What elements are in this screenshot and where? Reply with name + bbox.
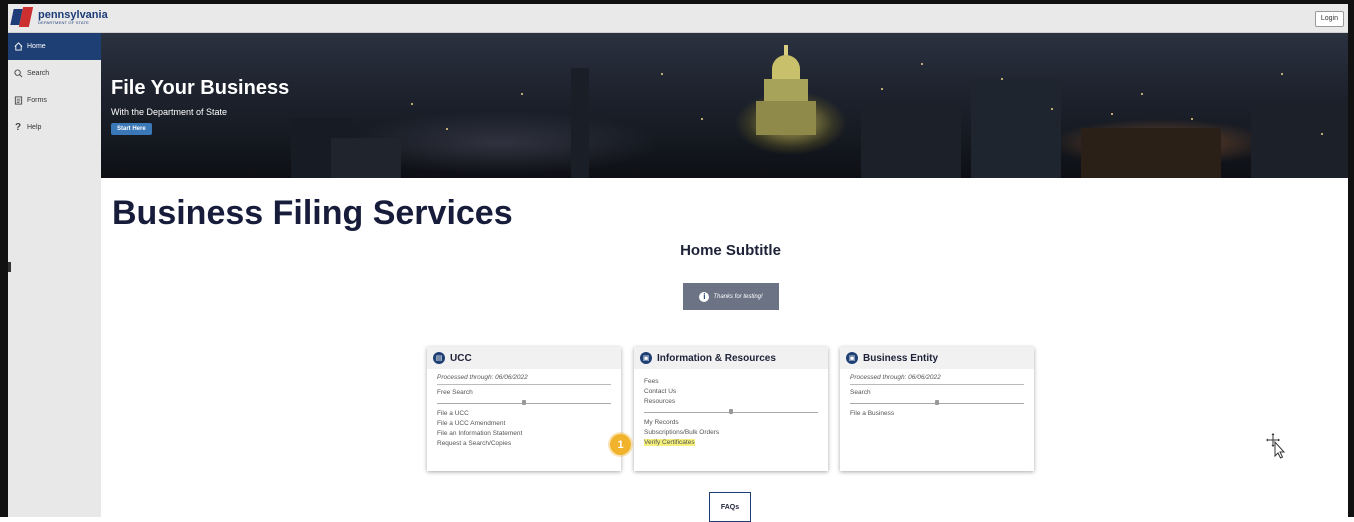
start-here-button[interactable]: Start Here xyxy=(111,123,152,135)
briefcase-icon: ▣ xyxy=(846,352,858,364)
link-fees[interactable]: Fees xyxy=(644,377,818,387)
text-cursor xyxy=(8,262,11,272)
processed-date: Processed through: 06/06/2022 xyxy=(437,373,611,385)
ucc-icon: ▤ xyxy=(433,352,445,364)
move-cursor-icon xyxy=(1266,433,1286,459)
link-search[interactable]: Search xyxy=(850,388,1024,398)
pa-logo[interactable]: pennsylvania DEPARTMENT OF STATE xyxy=(10,7,108,27)
notice-banner: i Thanks for testing! xyxy=(683,283,779,310)
link-file-ucc[interactable]: File a UCC xyxy=(437,409,611,419)
link-free-search[interactable]: Free Search xyxy=(437,388,611,398)
business-entity-card: ▣ Business Entity Processed through: 06/… xyxy=(840,347,1034,471)
capitol-dome-illustration xyxy=(756,45,816,135)
card-header: ▣ Business Entity xyxy=(840,347,1034,369)
sidebar-item-search[interactable]: Search xyxy=(8,60,101,87)
top-bar: pennsylvania DEPARTMENT OF STATE Login xyxy=(8,4,1348,33)
divider xyxy=(437,400,611,407)
logo-name: pennsylvania xyxy=(38,8,108,21)
sidebar-item-forms[interactable]: Forms xyxy=(8,87,101,114)
lock-icon xyxy=(729,409,733,414)
hero-title: File Your Business xyxy=(111,77,290,99)
sidebar-item-label: Search xyxy=(27,70,50,77)
card-title: UCC xyxy=(450,352,472,364)
lock-icon xyxy=(935,400,939,405)
card-title: Business Entity xyxy=(863,352,939,364)
home-subtitle: Home Subtitle xyxy=(680,242,781,259)
link-subscriptions-bulk-orders[interactable]: Subscriptions/Bulk Orders xyxy=(644,428,818,438)
ucc-card: ▤ UCC Processed through: 06/06/2022 Free… xyxy=(427,347,621,471)
step-badge: 1 xyxy=(610,434,631,455)
search-icon xyxy=(13,69,23,79)
login-button[interactable]: Login xyxy=(1314,11,1344,27)
hero-subtitle: With the Department of State xyxy=(111,107,228,117)
sidebar-item-home[interactable]: Home xyxy=(8,33,101,60)
link-resources[interactable]: Resources xyxy=(644,397,818,407)
divider xyxy=(850,400,1024,407)
information-resources-card: ▣ Information & Resources Fees Contact U… xyxy=(634,347,828,471)
lock-icon xyxy=(522,400,526,405)
building-icon: ▣ xyxy=(640,352,652,364)
sidebar-item-help[interactable]: ? Help xyxy=(8,114,101,141)
page-title: Business Filing Services xyxy=(112,194,513,232)
faqs-button[interactable]: FAQs xyxy=(709,492,751,522)
card-header: ▣ Information & Resources xyxy=(634,347,828,369)
processed-date: Processed through: 06/06/2022 xyxy=(850,373,1024,385)
link-my-records[interactable]: My Records xyxy=(644,418,818,428)
link-request-search-copies[interactable]: Request a Search/Copies xyxy=(437,439,611,449)
card-title: Information & Resources xyxy=(657,352,776,364)
link-file-business[interactable]: File a Business xyxy=(850,409,1024,419)
sidebar-item-label: Forms xyxy=(27,97,47,104)
link-file-ucc-amendment[interactable]: File a UCC Amendment xyxy=(437,419,611,429)
link-verify-certificates[interactable]: Verify Certificates xyxy=(644,439,695,446)
info-icon: i xyxy=(699,291,710,302)
sidebar-item-label: Home xyxy=(27,43,46,50)
link-file-information-statement[interactable]: File an Information Statement xyxy=(437,429,611,439)
hero-banner: File Your Business With the Department o… xyxy=(101,33,1348,178)
notice-text: Thanks for testing! xyxy=(713,293,763,300)
divider xyxy=(644,409,818,416)
keystone-logo-icon xyxy=(10,7,34,27)
logo-subtitle: DEPARTMENT OF STATE xyxy=(38,19,89,25)
help-icon: ? xyxy=(14,122,22,133)
forms-icon xyxy=(13,96,23,106)
sidebar-item-label: Help xyxy=(27,124,42,131)
sidebar: Home Search Forms ? Help xyxy=(8,33,101,517)
home-icon xyxy=(13,42,23,52)
link-contact-us[interactable]: Contact Us xyxy=(644,387,818,397)
card-header: ▤ UCC xyxy=(427,347,621,369)
